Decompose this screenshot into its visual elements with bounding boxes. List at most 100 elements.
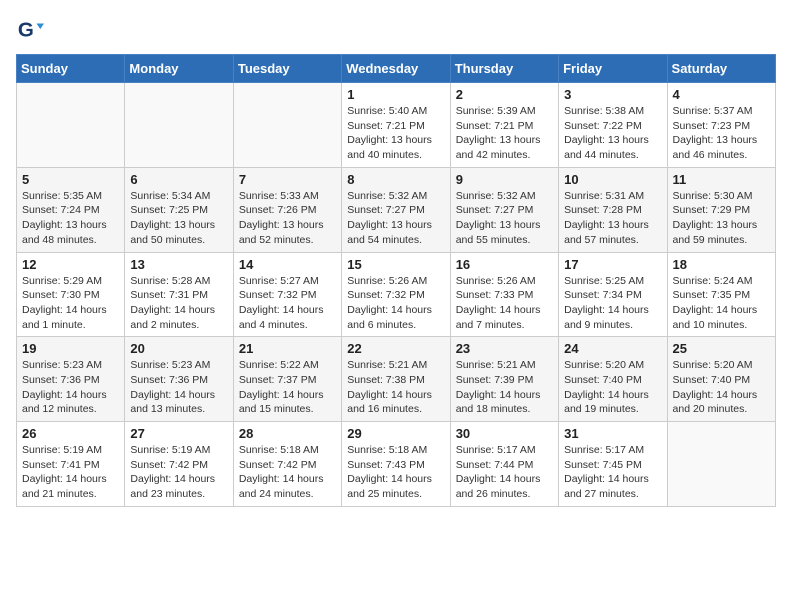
calendar-cell: 16 Sunrise: 5:26 AMSunset: 7:33 PMDayligh… <box>450 252 558 337</box>
calendar-cell <box>667 422 775 507</box>
calendar-cell: 1Sunrise: 5:40 AMSunset: 7:21 PMDaylight… <box>342 83 450 168</box>
day-number: 12 <box>22 257 119 272</box>
logo: G <box>16 16 46 44</box>
day-number: 16 <box>456 257 553 272</box>
day-number: 18 <box>673 257 770 272</box>
day-info: Sunrise: 5:37 AMSunset: 7:23 PMDaylight:… <box>673 104 770 163</box>
calendar-cell: 14 Sunrise: 5:27 AMSunset: 7:32 PMDayligh… <box>233 252 341 337</box>
calendar-week-2: 5 Sunrise: 5:35 AMSunset: 7:24 PMDaylight… <box>17 167 776 252</box>
calendar-cell: 23Sunrise: 5:21 AMSunset: 7:39 PMDayligh… <box>450 337 558 422</box>
day-info: Sunrise: 5:29 AMSunset: 7:30 PMDaylight:… <box>22 274 119 333</box>
calendar-cell <box>125 83 233 168</box>
day-info: Sunrise: 5:18 AMSunset: 7:43 PMDaylight:… <box>347 443 444 502</box>
day-info: Sunrise: 5:38 AMSunset: 7:22 PMDaylight:… <box>564 104 661 163</box>
calendar-week-5: 26Sunrise: 5:19 AMSunset: 7:41 PMDayligh… <box>17 422 776 507</box>
day-info: Sunrise: 5:20 AMSunset: 7:40 PMDaylight:… <box>673 358 770 417</box>
calendar-cell: 3 Sunrise: 5:38 AMSunset: 7:22 PMDaylight… <box>559 83 667 168</box>
calendar-cell: 20 Sunrise: 5:23 AMSunset: 7:36 PMDayligh… <box>125 337 233 422</box>
calendar-cell: 9 Sunrise: 5:32 AMSunset: 7:27 PMDaylight… <box>450 167 558 252</box>
day-number: 27 <box>130 426 227 441</box>
day-info: Sunrise: 5:31 AMSunset: 7:28 PMDaylight:… <box>564 189 661 248</box>
calendar-cell: 31Sunrise: 5:17 AMSunset: 7:45 PMDayligh… <box>559 422 667 507</box>
day-info: Sunrise: 5:26 AMSunset: 7:33 PMDaylight:… <box>456 274 553 333</box>
calendar-cell: 13 Sunrise: 5:28 AMSunset: 7:31 PMDayligh… <box>125 252 233 337</box>
weekday-header-wednesday: Wednesday <box>342 55 450 83</box>
day-info: Sunrise: 5:22 AMSunset: 7:37 PMDaylight:… <box>239 358 336 417</box>
day-number: 26 <box>22 426 119 441</box>
day-info: Sunrise: 5:21 AMSunset: 7:38 PMDaylight:… <box>347 358 444 417</box>
calendar-cell: 4 Sunrise: 5:37 AMSunset: 7:23 PMDaylight… <box>667 83 775 168</box>
calendar-cell: 28Sunrise: 5:18 AMSunset: 7:42 PMDayligh… <box>233 422 341 507</box>
day-info: Sunrise: 5:28 AMSunset: 7:31 PMDaylight:… <box>130 274 227 333</box>
day-number: 14 <box>239 257 336 272</box>
svg-text:G: G <box>18 19 34 42</box>
day-number: 13 <box>130 257 227 272</box>
day-info: Sunrise: 5:32 AMSunset: 7:27 PMDaylight:… <box>456 189 553 248</box>
calendar-cell: 25 Sunrise: 5:20 AMSunset: 7:40 PMDayligh… <box>667 337 775 422</box>
day-number: 25 <box>673 341 770 356</box>
weekday-header-friday: Friday <box>559 55 667 83</box>
day-number: 24 <box>564 341 661 356</box>
day-info: Sunrise: 5:21 AMSunset: 7:39 PMDaylight:… <box>456 358 553 417</box>
weekday-header-row: SundayMondayTuesdayWednesdayThursdayFrid… <box>17 55 776 83</box>
page-header: G <box>16 16 776 44</box>
calendar-cell: 5 Sunrise: 5:35 AMSunset: 7:24 PMDaylight… <box>17 167 125 252</box>
calendar-cell: 2Sunrise: 5:39 AMSunset: 7:21 PMDaylight… <box>450 83 558 168</box>
calendar-cell: 21 Sunrise: 5:22 AMSunset: 7:37 PMDayligh… <box>233 337 341 422</box>
calendar-table: SundayMondayTuesdayWednesdayThursdayFrid… <box>16 54 776 507</box>
day-number: 5 <box>22 172 119 187</box>
calendar-cell: 18Sunrise: 5:24 AMSunset: 7:35 PMDayligh… <box>667 252 775 337</box>
day-number: 9 <box>456 172 553 187</box>
day-info: Sunrise: 5:35 AMSunset: 7:24 PMDaylight:… <box>22 189 119 248</box>
day-number: 7 <box>239 172 336 187</box>
day-number: 30 <box>456 426 553 441</box>
calendar-cell: 24 Sunrise: 5:20 AMSunset: 7:40 PMDayligh… <box>559 337 667 422</box>
calendar-cell: 12 Sunrise: 5:29 AMSunset: 7:30 PMDayligh… <box>17 252 125 337</box>
day-number: 1 <box>347 87 444 102</box>
weekday-header-thursday: Thursday <box>450 55 558 83</box>
day-number: 20 <box>130 341 227 356</box>
day-info: Sunrise: 5:23 AMSunset: 7:36 PMDaylight:… <box>22 358 119 417</box>
day-info: Sunrise: 5:26 AMSunset: 7:32 PMDaylight:… <box>347 274 444 333</box>
day-info: Sunrise: 5:23 AMSunset: 7:36 PMDaylight:… <box>130 358 227 417</box>
calendar-week-1: 1Sunrise: 5:40 AMSunset: 7:21 PMDaylight… <box>17 83 776 168</box>
calendar-cell: 29Sunrise: 5:18 AMSunset: 7:43 PMDayligh… <box>342 422 450 507</box>
day-info: Sunrise: 5:33 AMSunset: 7:26 PMDaylight:… <box>239 189 336 248</box>
day-number: 4 <box>673 87 770 102</box>
day-number: 19 <box>22 341 119 356</box>
calendar-cell: 19 Sunrise: 5:23 AMSunset: 7:36 PMDayligh… <box>17 337 125 422</box>
calendar-cell: 6 Sunrise: 5:34 AMSunset: 7:25 PMDaylight… <box>125 167 233 252</box>
calendar-cell: 26Sunrise: 5:19 AMSunset: 7:41 PMDayligh… <box>17 422 125 507</box>
day-number: 11 <box>673 172 770 187</box>
calendar-cell: 27 Sunrise: 5:19 AMSunset: 7:42 PMDayligh… <box>125 422 233 507</box>
weekday-header-monday: Monday <box>125 55 233 83</box>
day-info: Sunrise: 5:20 AMSunset: 7:40 PMDaylight:… <box>564 358 661 417</box>
day-info: Sunrise: 5:39 AMSunset: 7:21 PMDaylight:… <box>456 104 553 163</box>
calendar-cell: 7 Sunrise: 5:33 AMSunset: 7:26 PMDaylight… <box>233 167 341 252</box>
calendar-cell: 15Sunrise: 5:26 AMSunset: 7:32 PMDayligh… <box>342 252 450 337</box>
calendar-cell: 22Sunrise: 5:21 AMSunset: 7:38 PMDayligh… <box>342 337 450 422</box>
day-number: 21 <box>239 341 336 356</box>
calendar-cell: 8 Sunrise: 5:32 AMSunset: 7:27 PMDaylight… <box>342 167 450 252</box>
day-info: Sunrise: 5:19 AMSunset: 7:42 PMDaylight:… <box>130 443 227 502</box>
logo-icon: G <box>16 16 44 44</box>
day-number: 6 <box>130 172 227 187</box>
day-info: Sunrise: 5:17 AMSunset: 7:45 PMDaylight:… <box>564 443 661 502</box>
calendar-cell <box>17 83 125 168</box>
day-info: Sunrise: 5:18 AMSunset: 7:42 PMDaylight:… <box>239 443 336 502</box>
day-info: Sunrise: 5:30 AMSunset: 7:29 PMDaylight:… <box>673 189 770 248</box>
day-number: 10 <box>564 172 661 187</box>
day-info: Sunrise: 5:34 AMSunset: 7:25 PMDaylight:… <box>130 189 227 248</box>
day-info: Sunrise: 5:27 AMSunset: 7:32 PMDaylight:… <box>239 274 336 333</box>
weekday-header-sunday: Sunday <box>17 55 125 83</box>
calendar-cell: 17Sunrise: 5:25 AMSunset: 7:34 PMDayligh… <box>559 252 667 337</box>
weekday-header-tuesday: Tuesday <box>233 55 341 83</box>
calendar-cell <box>233 83 341 168</box>
weekday-header-saturday: Saturday <box>667 55 775 83</box>
day-info: Sunrise: 5:32 AMSunset: 7:27 PMDaylight:… <box>347 189 444 248</box>
day-number: 8 <box>347 172 444 187</box>
day-number: 3 <box>564 87 661 102</box>
day-number: 17 <box>564 257 661 272</box>
calendar-cell: 30Sunrise: 5:17 AMSunset: 7:44 PMDayligh… <box>450 422 558 507</box>
calendar-week-4: 19 Sunrise: 5:23 AMSunset: 7:36 PMDayligh… <box>17 337 776 422</box>
